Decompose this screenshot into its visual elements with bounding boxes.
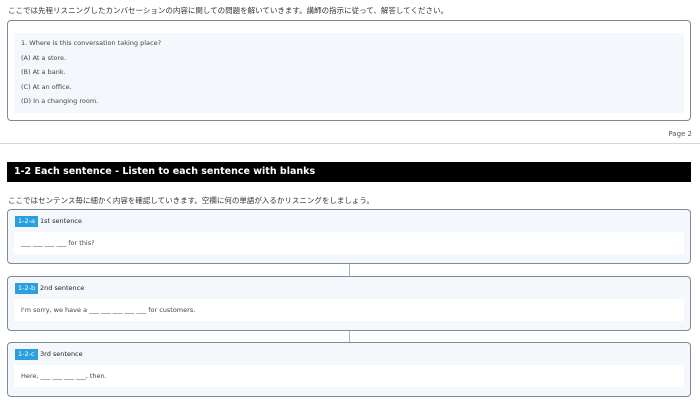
sentence-card-3: 1-2-c 3rd sentence Here, ___ ___ ___ ___… [7,342,691,397]
option-a[interactable]: (A) At a store. [21,54,66,62]
option-d[interactable]: (D) In a changing room. [21,97,98,105]
sentence-tag: 1-2-a [15,216,38,227]
intro-text-top: ここでは先程リスニングしたカンバセーションの内容に関しての問題を解いていきます。… [8,6,448,15]
question-text: 1. Where is this conversation taking pla… [21,39,162,47]
sentence-title: 1st sentence [40,217,82,225]
sentence-tag: 1-2-b [15,283,39,294]
question-box: 1. Where is this conversation taking pla… [7,20,691,121]
section-intro: ここではセンテンス毎に細かく内容を確認していきます。空欄に何の単語が入るかリスニ… [8,196,374,205]
option-b[interactable]: (B) At a bank. [21,68,66,76]
sentence-title: 3rd sentence [40,350,83,358]
page-number: Page 2 [668,130,692,138]
option-c[interactable]: (C) At an office. [21,83,72,91]
section-header: 1-2 Each sentence - Listen to each sente… [7,162,691,182]
question-panel: 1. Where is this conversation taking pla… [14,33,684,113]
sentence-text: ___ ___ ___ ___ for this? [14,232,684,254]
sentence-title: 2nd sentence [40,284,85,292]
card-connector [349,264,350,276]
sentence-card-1: 1-2-a 1st sentence ___ ___ ___ ___ for t… [7,209,691,264]
sentence-card-2: 1-2-b 2nd sentence I'm sorry, we have a … [7,276,691,331]
page-divider [0,143,700,144]
sentence-text: I'm sorry, we have a ___ ___ ___ ___ ___… [14,299,684,321]
sentence-tag: 1-2-c [15,349,38,360]
sentence-text: Here, ___ ___ ___ ___, then. [14,365,684,387]
